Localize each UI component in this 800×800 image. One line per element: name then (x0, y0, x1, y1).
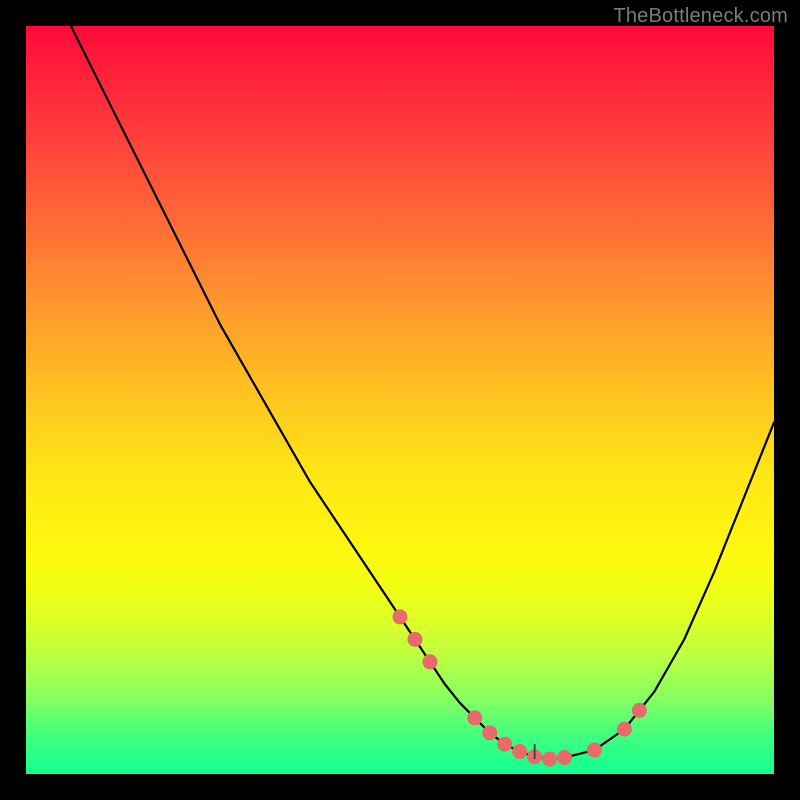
marker-dot (393, 609, 408, 624)
marker-dot (482, 725, 497, 740)
watermark-text: TheBottleneck.com (613, 5, 788, 28)
marker-dot (467, 710, 482, 725)
chart-frame: TheBottleneck.com (0, 0, 800, 800)
bottleneck-curve (71, 26, 774, 759)
marker-dot (407, 632, 422, 647)
marker-dot (632, 703, 647, 718)
marker-dot (557, 750, 572, 765)
marker-dot (497, 737, 512, 752)
plot-area (26, 26, 774, 774)
marker-dot (542, 752, 557, 767)
highlight-markers (393, 609, 647, 766)
marker-dot (587, 743, 602, 758)
marker-dot (617, 722, 632, 737)
chart-svg (26, 26, 774, 774)
marker-dot (512, 744, 527, 759)
marker-dot (422, 654, 437, 669)
